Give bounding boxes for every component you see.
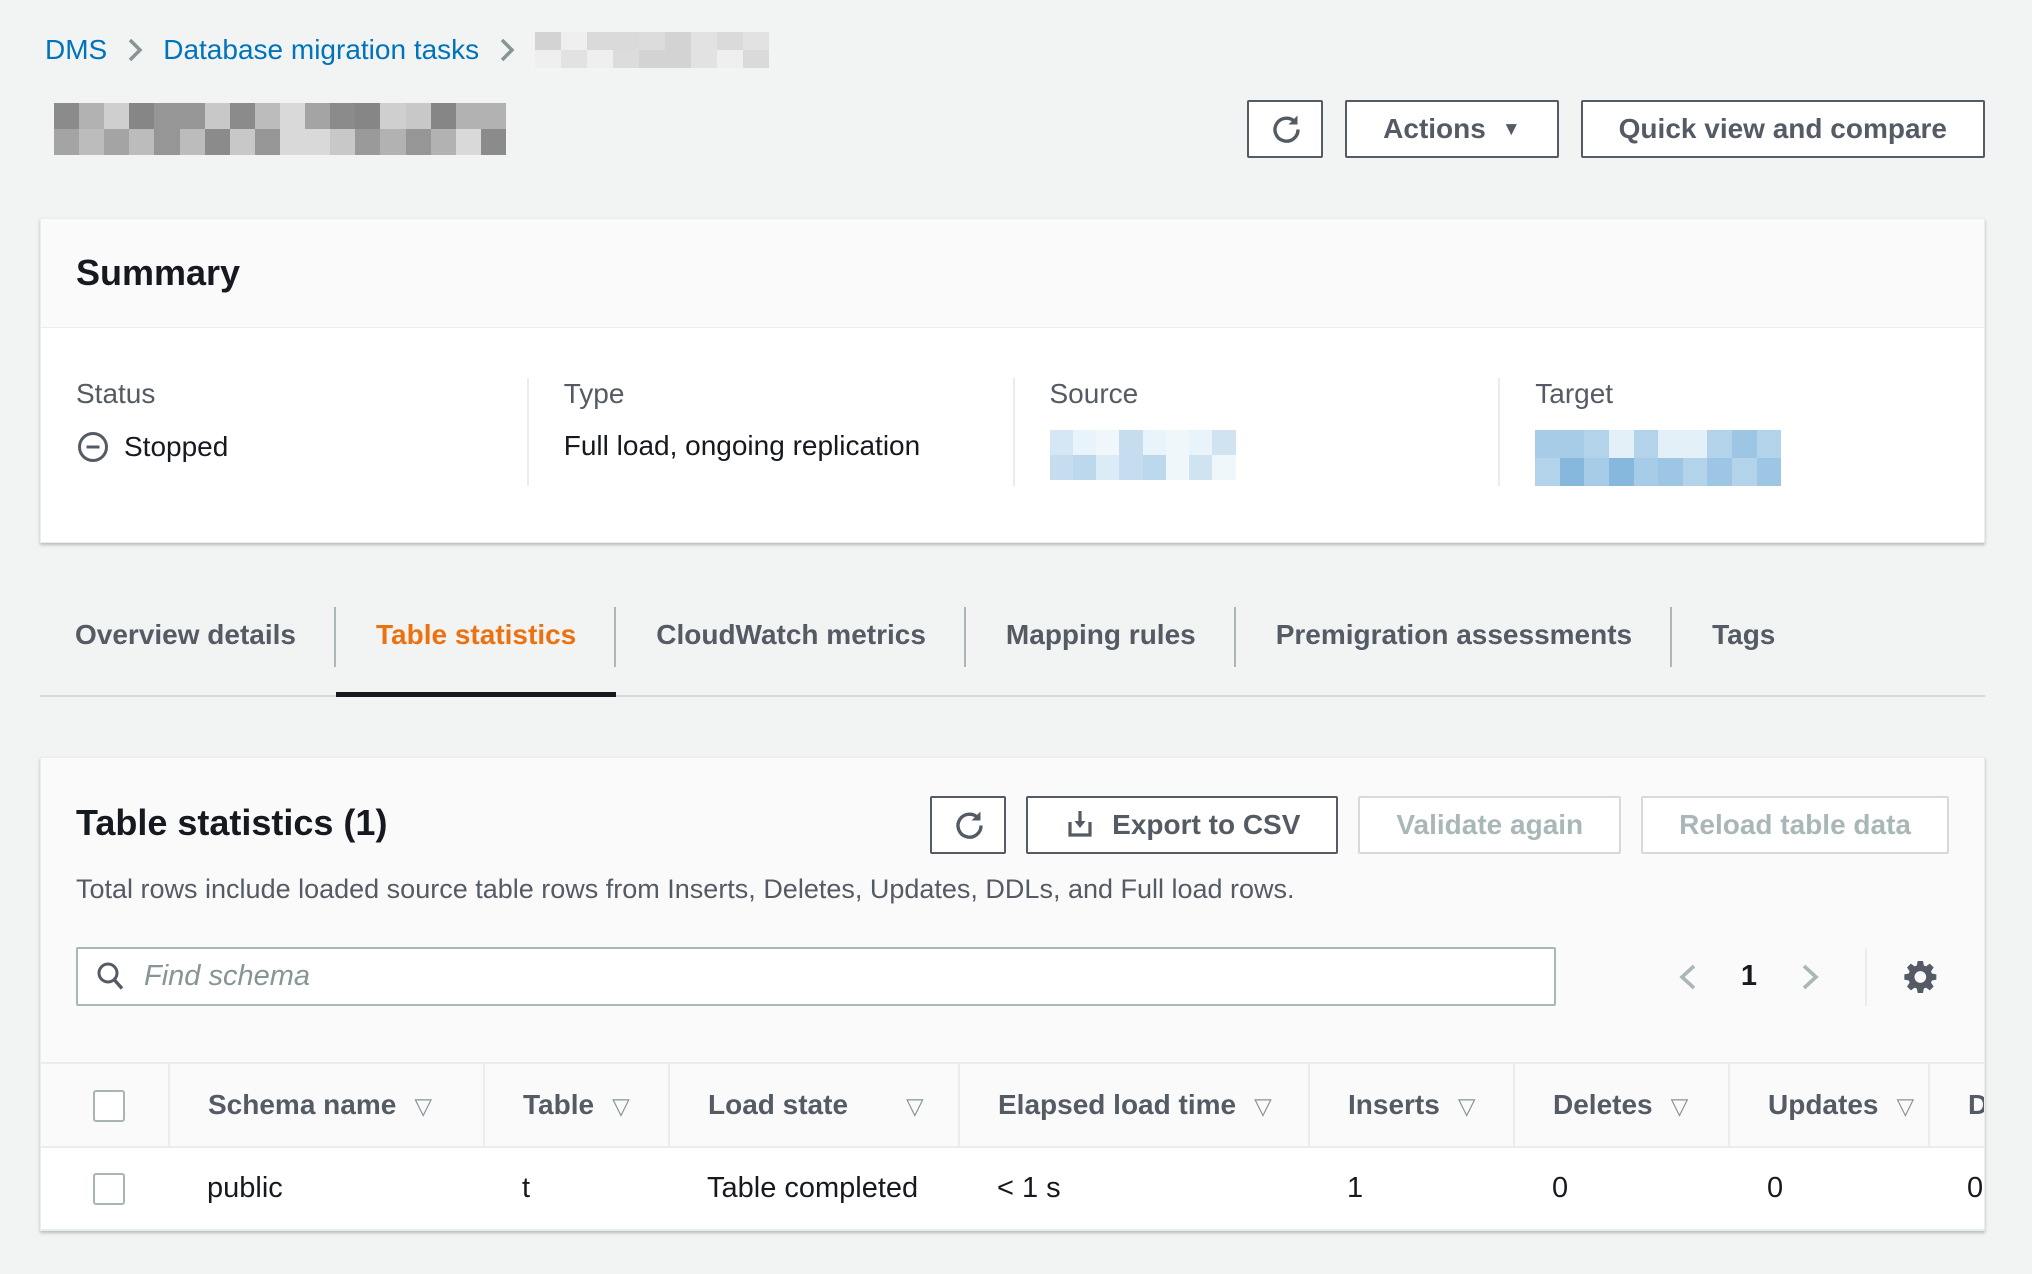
export-to-csv-button[interactable]: Export to CSV <box>1026 796 1338 854</box>
tab-table-statistics[interactable]: Table statistics <box>336 605 616 695</box>
target-endpoint-link-redacted[interactable] <box>1535 430 1781 486</box>
column-header-updates: Updates <box>1729 1063 1929 1147</box>
refresh-icon <box>951 808 985 842</box>
validate-again-button[interactable]: Validate again <box>1358 796 1621 854</box>
schema-search <box>76 947 1556 1006</box>
row-checkbox[interactable] <box>93 1173 125 1205</box>
chevron-right-icon <box>1799 962 1821 992</box>
header-actions: Actions ▼ Quick view and compare <box>1247 100 1985 158</box>
chevron-right-icon <box>499 37 515 63</box>
cell-ddls-clipped: 0 <box>1929 1147 1985 1230</box>
sort-icon[interactable] <box>414 1093 432 1119</box>
source-label: Source <box>1050 378 1464 410</box>
quick-view-compare-button[interactable]: Quick view and compare <box>1581 100 1985 158</box>
tab-tags[interactable]: Tags <box>1672 605 1815 695</box>
next-page-button[interactable] <box>1795 962 1825 992</box>
breadcrumb-link-dms[interactable]: DMS <box>45 34 107 66</box>
type-label: Type <box>564 378 978 410</box>
table-statistics-card: Table statistics (1) <box>40 757 1985 1231</box>
table-refresh-button[interactable] <box>930 796 1006 854</box>
table-statistics-table: Schema name Table Load state Elapsed loa… <box>41 1062 1985 1230</box>
cell-table: t <box>484 1147 669 1230</box>
search-icon <box>94 960 128 994</box>
column-header-inserts: Inserts <box>1309 1063 1514 1147</box>
sort-icon[interactable] <box>1671 1093 1689 1119</box>
actions-label: Actions <box>1383 113 1486 145</box>
cell-elapsed-load-time: < 1 s <box>959 1147 1309 1230</box>
pagination: 1 <box>1673 948 1941 1006</box>
table-statistics-description: Total rows include loaded source table r… <box>41 874 1984 905</box>
source-endpoint-link-redacted[interactable] <box>1050 430 1236 480</box>
status-label: Status <box>76 378 492 410</box>
sort-icon[interactable] <box>612 1093 630 1119</box>
table-statistics-title: Table statistics (1) <box>76 802 387 844</box>
tab-overview-details[interactable]: Overview details <box>40 605 336 695</box>
sort-icon[interactable] <box>906 1093 924 1119</box>
table-statistics-actions: Export to CSV Validate again Reload tabl… <box>930 796 1949 854</box>
status-text: Stopped <box>124 431 228 463</box>
quick-view-label: Quick view and compare <box>1619 113 1947 145</box>
task-name-redacted <box>54 103 506 155</box>
chevron-left-icon <box>1677 962 1699 992</box>
table-header-row: Schema name Table Load state Elapsed loa… <box>41 1063 1985 1147</box>
type-value: Full load, ongoing replication <box>564 430 978 462</box>
chevron-right-icon <box>127 37 143 63</box>
table-toolbar: 1 <box>41 947 1984 1006</box>
column-header-deletes: Deletes <box>1514 1063 1729 1147</box>
sort-icon[interactable] <box>1896 1093 1914 1119</box>
cell-inserts: 1 <box>1309 1147 1514 1230</box>
reload-table-data-button[interactable]: Reload table data <box>1641 796 1949 854</box>
tab-mapping-rules[interactable]: Mapping rules <box>966 605 1236 695</box>
sort-icon[interactable] <box>1458 1093 1476 1119</box>
export-label: Export to CSV <box>1112 809 1300 841</box>
refresh-icon <box>1268 112 1302 146</box>
table-row: public t Table completed < 1 s 1 0 0 0 <box>41 1147 1985 1230</box>
tab-cloudwatch-metrics[interactable]: CloudWatch metrics <box>616 605 966 695</box>
breadcrumb-link-tasks[interactable]: Database migration tasks <box>163 34 479 66</box>
summary-title: Summary <box>76 252 1949 294</box>
breadcrumb-current-redacted <box>535 32 769 68</box>
summary-body: Status Stopped Type Full load, ongoing r… <box>41 328 1984 542</box>
tab-premigration-assessments[interactable]: Premigration assessments <box>1236 605 1672 695</box>
summary-field-type: Type Full load, ongoing replication <box>527 378 1013 486</box>
status-value: Stopped <box>76 430 492 464</box>
column-header-load-state: Load state <box>669 1063 959 1147</box>
find-schema-input[interactable] <box>76 947 1556 1006</box>
page-header: Actions ▼ Quick view and compare <box>40 100 1985 158</box>
caret-down-icon: ▼ <box>1502 119 1521 141</box>
validate-label: Validate again <box>1396 809 1583 841</box>
current-page-number[interactable]: 1 <box>1741 960 1757 993</box>
cell-schema-name: public <box>169 1147 484 1230</box>
cell-deletes: 0 <box>1514 1147 1729 1230</box>
cell-updates: 0 <box>1729 1147 1929 1230</box>
breadcrumb: DMS Database migration tasks <box>45 30 1985 70</box>
task-detail-tabs: Overview details Table statistics CloudW… <box>40 605 1985 697</box>
table-statistics-header: Table statistics (1) <box>41 758 1984 854</box>
summary-card-header: Summary <box>41 219 1984 328</box>
actions-dropdown-button[interactable]: Actions ▼ <box>1345 100 1559 158</box>
cell-load-state: Table completed <box>669 1147 959 1230</box>
stopped-minus-circle-icon <box>76 430 110 464</box>
toolbar-divider <box>1865 948 1867 1006</box>
column-header-ddls-clipped: D <box>1929 1063 1985 1147</box>
reload-label: Reload table data <box>1679 809 1911 841</box>
sort-icon[interactable] <box>1254 1093 1272 1119</box>
target-label: Target <box>1535 378 1949 410</box>
summary-card: Summary Status Stopped Type Full load, <box>40 218 1985 543</box>
dms-task-page: DMS Database migration tasks Actions <box>0 0 2032 1231</box>
column-header-elapsed-load-time: Elapsed load time <box>959 1063 1309 1147</box>
previous-page-button[interactable] <box>1673 962 1703 992</box>
column-header-table: Table <box>484 1063 669 1147</box>
select-all-checkbox[interactable] <box>93 1090 125 1122</box>
gear-icon <box>1901 957 1941 997</box>
download-icon <box>1064 809 1096 841</box>
preferences-button[interactable] <box>1901 957 1941 997</box>
column-header-schema-name: Schema name <box>169 1063 484 1147</box>
summary-field-status: Status Stopped <box>41 378 527 486</box>
summary-field-target: Target <box>1498 378 1984 486</box>
summary-field-source: Source <box>1013 378 1499 486</box>
refresh-button[interactable] <box>1247 100 1323 158</box>
